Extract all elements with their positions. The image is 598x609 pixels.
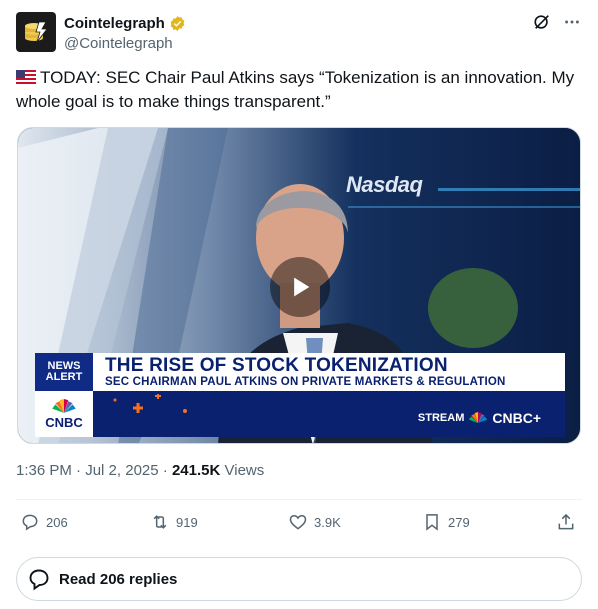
verified-badge-icon[interactable] xyxy=(169,15,186,32)
peacock-icon xyxy=(52,398,76,413)
tweet-body: TODAY: SEC Chair Paul Atkins says “Token… xyxy=(16,68,575,111)
like-count: 3.9K xyxy=(314,514,341,530)
header-actions xyxy=(532,12,582,32)
reply-button[interactable]: 206 xyxy=(20,512,68,532)
divider xyxy=(16,499,582,500)
reply-icon xyxy=(29,569,49,591)
tweet-text: TODAY: SEC Chair Paul Atkins says “Token… xyxy=(16,66,576,114)
repost-button[interactable]: 919 xyxy=(150,512,198,532)
share-icon xyxy=(558,513,574,530)
play-icon xyxy=(294,277,310,297)
video-player[interactable]: Nasdaq NEWS ALERT CNBC THE RISE OF STOCK… xyxy=(17,127,581,444)
author-names: Cointelegraph @Cointelegraph xyxy=(64,13,186,52)
news-lower-third: NEWS ALERT CNBC THE RISE OF STOCK TOKENI… xyxy=(35,353,565,437)
sparkle-decoration xyxy=(113,394,187,413)
more-options-icon[interactable] xyxy=(562,12,582,32)
bookmark-icon xyxy=(426,514,438,531)
reply-count: 206 xyxy=(46,514,68,530)
repost-icon xyxy=(153,515,167,529)
views-count: 241.5K xyxy=(171,462,221,479)
display-name[interactable]: Cointelegraph xyxy=(64,15,165,32)
tweet-header: Cointelegraph @Cointelegraph xyxy=(16,12,582,54)
action-bar: 206 919 3.9K 279 xyxy=(16,512,582,536)
heart-icon xyxy=(289,514,307,530)
handle[interactable]: @Cointelegraph xyxy=(64,35,186,52)
headline: THE RISE OF STOCK TOKENIZATION xyxy=(105,355,448,376)
subhead: SEC CHAIRMAN PAUL ATKINS ON PRIVATE MARK… xyxy=(105,376,506,388)
cointelegraph-logo-icon xyxy=(25,21,48,43)
grok-icon[interactable] xyxy=(532,12,552,32)
views-label: Views xyxy=(224,462,265,479)
reply-icon xyxy=(22,514,38,531)
timestamp-date[interactable]: Jul 2, 2025 xyxy=(85,462,158,479)
bookmark-count: 279 xyxy=(448,514,470,530)
read-replies-button[interactable]: Read 206 replies xyxy=(16,557,582,601)
us-flag-icon xyxy=(16,70,36,84)
bookmark-button[interactable]: 279 xyxy=(422,512,470,532)
read-replies-label: Read 206 replies xyxy=(59,570,178,588)
stream-cnbc-plus: STREAM CNBC+ xyxy=(417,410,541,426)
play-button[interactable] xyxy=(270,257,330,317)
timestamp-time[interactable]: 1:36 PM xyxy=(16,462,72,479)
tweet-meta: 1:36 PM · Jul 2, 2025 · 241.5K Views xyxy=(16,462,265,479)
peacock-icon xyxy=(469,412,488,423)
avatar[interactable] xyxy=(16,12,56,52)
cnbc-logo: CNBC xyxy=(35,391,93,437)
news-alert-badge: NEWS ALERT xyxy=(35,353,93,391)
repost-count: 919 xyxy=(176,514,198,530)
like-button[interactable]: 3.9K xyxy=(288,512,341,532)
share-button[interactable] xyxy=(556,512,576,532)
background-sign: Nasdaq xyxy=(346,172,423,197)
